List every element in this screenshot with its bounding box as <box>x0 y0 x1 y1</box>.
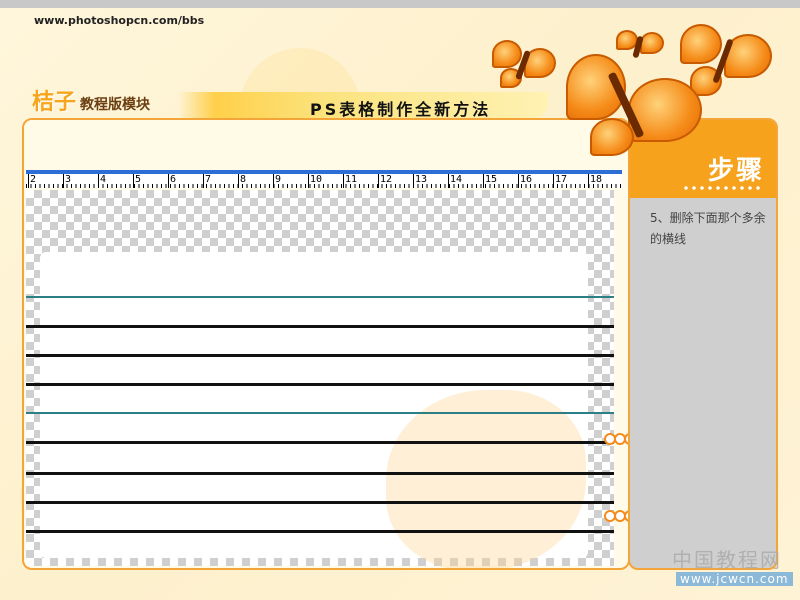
photoshop-canvas[interactable] <box>26 190 614 568</box>
steps-sidebar: 步骤 5、删除下面那个多余的横线 <box>628 118 778 570</box>
butterfly-icon <box>492 40 556 94</box>
brand-logo: 桔子 教程版模块 <box>32 84 150 116</box>
table-line[interactable] <box>26 325 614 328</box>
table-line[interactable] <box>26 296 614 298</box>
table-line[interactable] <box>26 354 614 357</box>
dots-divider <box>682 186 762 190</box>
ruler-ticks <box>26 184 622 188</box>
ruler: 2 3 4 5 6 7 8 9 10 11 12 13 14 15 16 17 … <box>26 170 622 188</box>
step-description: 5、删除下面那个多余的横线 <box>650 211 766 246</box>
table-line[interactable] <box>26 530 614 533</box>
steps-heading: 步骤 <box>707 156 764 186</box>
table-line[interactable] <box>26 441 614 444</box>
site-url[interactable]: www.photoshopcn.com/bbs <box>34 14 204 27</box>
top-gray-bar <box>0 0 800 8</box>
page-title: PS表格制作全新方法 <box>310 100 492 119</box>
butterfly-icon <box>562 48 712 158</box>
brand-sub: 教程版模块 <box>80 97 151 113</box>
panel-header-strip <box>24 120 628 170</box>
butterfly-watermark-icon <box>386 390 586 568</box>
table-line[interactable] <box>26 383 614 386</box>
footer-watermark: 中国教程网 <box>672 548 782 572</box>
footer-url[interactable]: www.jcwcn.com <box>676 572 793 586</box>
table-line[interactable] <box>26 501 614 504</box>
table-line[interactable] <box>26 412 614 414</box>
brand-main: 桔子 <box>32 90 77 115</box>
table-line[interactable] <box>26 472 614 475</box>
tutorial-panel: 2 3 4 5 6 7 8 9 10 11 12 13 14 15 16 17 … <box>22 118 630 570</box>
